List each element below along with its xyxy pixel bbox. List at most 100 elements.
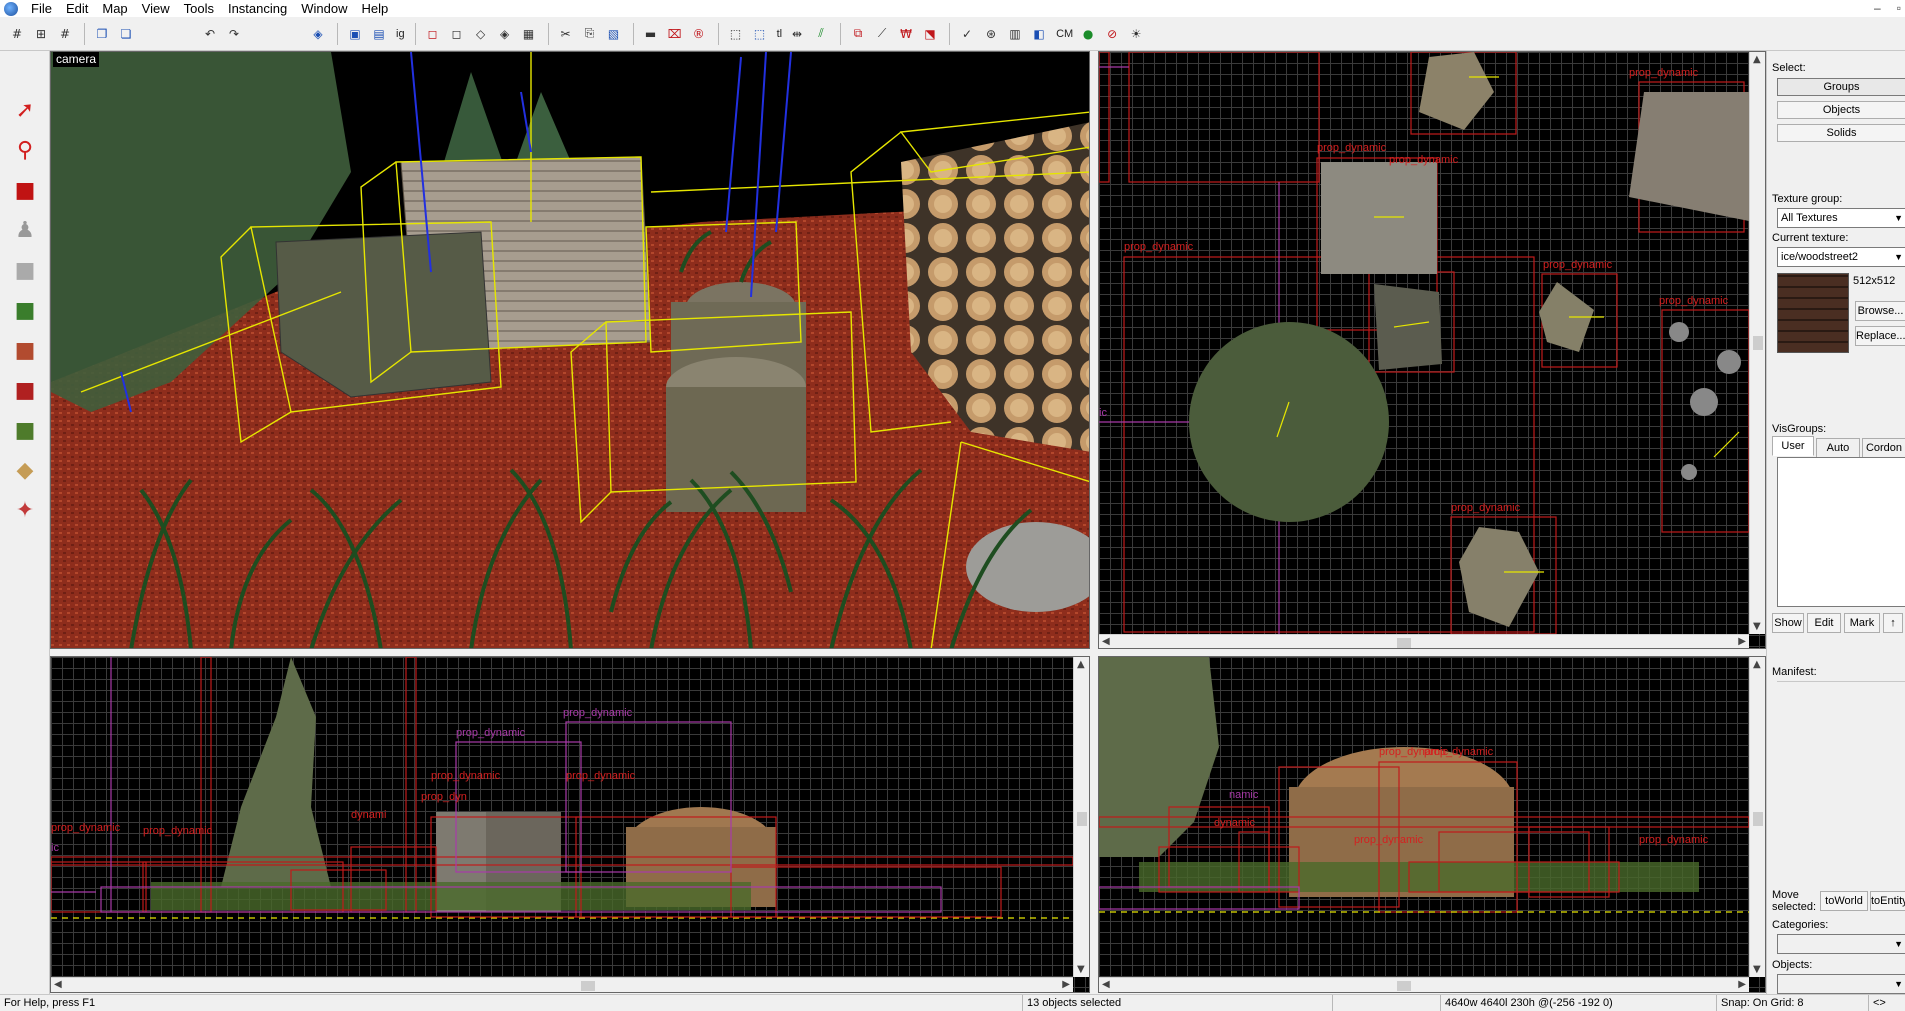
clip-icon[interactable]: ⟋ bbox=[871, 23, 893, 45]
flip-icon[interactable]: ⇹ bbox=[786, 23, 808, 45]
visgroup-up-button[interactable]: ↑ bbox=[1883, 613, 1903, 633]
texture-group-select[interactable]: All Textures ▼ bbox=[1777, 208, 1905, 228]
group-icon[interactable]: ▣ bbox=[344, 23, 366, 45]
grid-dots-icon[interactable]: # bbox=[54, 23, 76, 45]
browse-texture-button[interactable]: Browse... bbox=[1855, 301, 1905, 321]
apply-texture-tool-icon[interactable]: ■ bbox=[6, 333, 44, 367]
front-viewport-vscrollbar[interactable]: ▲ ▼ bbox=[1073, 657, 1089, 977]
cut-icon[interactable]: ✂ bbox=[555, 23, 577, 45]
categories-select[interactable]: ▼ bbox=[1777, 934, 1905, 954]
menu-file[interactable]: File bbox=[24, 0, 59, 17]
texture-tool-button[interactable]: tl bbox=[773, 28, 787, 40]
no-draw-icon[interactable]: ⊘ bbox=[1101, 23, 1123, 45]
check-map-icon[interactable]: ✓ bbox=[956, 23, 978, 45]
scroll-thumb[interactable] bbox=[1397, 638, 1411, 648]
block-tool-icon[interactable]: ■ bbox=[6, 253, 44, 287]
texture-lock-icon[interactable]: ▬ bbox=[640, 23, 662, 45]
restore-button[interactable]: ▫ bbox=[1897, 0, 1901, 17]
cubemap-button[interactable]: CM bbox=[1052, 28, 1077, 40]
front-viewport-hscrollbar[interactable]: ◀ ▶ bbox=[51, 977, 1073, 992]
lightbulb-icon[interactable]: ☀ bbox=[1125, 23, 1147, 45]
morph-icon[interactable]: ⬔ bbox=[919, 23, 941, 45]
selection-tool-icon[interactable]: ⬚ bbox=[725, 23, 747, 45]
scroll-right-icon[interactable]: ▶ bbox=[1738, 636, 1746, 647]
menu-tools[interactable]: Tools bbox=[177, 0, 221, 17]
ungroup-icon[interactable]: ▤ bbox=[368, 23, 390, 45]
decal-tool-icon[interactable]: ■ bbox=[6, 373, 44, 407]
replace-texture-button[interactable]: Replace... bbox=[1855, 326, 1905, 346]
front-2d-viewport[interactable]: prop_dynamic prop_dynamic prop_dynamic p… bbox=[50, 656, 1090, 993]
paste-layout-icon[interactable]: ❏ bbox=[115, 23, 137, 45]
vertex-edit-icon[interactable]: ₩ bbox=[895, 23, 917, 45]
top-2d-viewport[interactable]: prop_dynamic prop_dynamic prop_dynamic p… bbox=[1098, 51, 1766, 649]
redo-icon[interactable]: ↷ bbox=[223, 23, 245, 45]
menu-help[interactable]: Help bbox=[354, 0, 395, 17]
texture-browser-icon[interactable]: ▥ bbox=[1004, 23, 1026, 45]
vertex-tool-icon[interactable]: ✦ bbox=[6, 493, 44, 527]
current-texture-select[interactable]: ice/woodstreet2 ▼ bbox=[1777, 247, 1905, 267]
undo-icon[interactable]: ↶ bbox=[199, 23, 221, 45]
scroll-down-icon[interactable]: ▼ bbox=[1753, 964, 1761, 975]
hide-unselected-icon[interactable]: ◻ bbox=[446, 23, 468, 45]
visgroup-tab-cordon[interactable]: Cordon bbox=[1862, 438, 1905, 458]
entity-tool-icon[interactable]: ♟ bbox=[6, 213, 44, 247]
magnify-tool-icon[interactable]: ⚲ bbox=[6, 133, 44, 167]
to-entity-button[interactable]: toEntity bbox=[1870, 891, 1905, 911]
scroll-left-icon[interactable]: ◀ bbox=[54, 979, 62, 990]
ignore-groups-button[interactable]: ig bbox=[392, 28, 409, 40]
scroll-left-icon[interactable]: ◀ bbox=[1102, 979, 1110, 990]
side-viewport-hscrollbar[interactable]: ◀ ▶ bbox=[1099, 977, 1749, 992]
texture-application-tool-icon[interactable]: ■ bbox=[6, 293, 44, 327]
top-viewport-hscrollbar[interactable]: ◀ ▶ bbox=[1099, 634, 1749, 648]
visgroup-mark-button[interactable]: Mark bbox=[1844, 613, 1880, 633]
radius-cull-icon[interactable]: ® bbox=[688, 23, 710, 45]
visgroup-show-button[interactable]: Show bbox=[1772, 613, 1804, 633]
paste-icon[interactable]: ▧ bbox=[603, 23, 625, 45]
side-viewport-vscrollbar[interactable]: ▲ ▼ bbox=[1749, 657, 1765, 977]
align-icon[interactable]: ⫽ bbox=[810, 23, 832, 45]
select-solids-button[interactable]: Solids bbox=[1777, 124, 1905, 142]
scroll-up-icon[interactable]: ▲ bbox=[1753, 54, 1761, 65]
quick-hide-icon[interactable]: ⧉ bbox=[847, 23, 869, 45]
overlay-icon[interactable]: ◧ bbox=[1028, 23, 1050, 45]
camera-tool-icon[interactable]: ■ bbox=[6, 173, 44, 207]
show-all-icon[interactable]: ◇ bbox=[470, 23, 492, 45]
scroll-thumb[interactable] bbox=[1753, 812, 1763, 826]
copy-layout-icon[interactable]: ❐ bbox=[91, 23, 113, 45]
scroll-up-icon[interactable]: ▲ bbox=[1753, 659, 1761, 670]
scroll-down-icon[interactable]: ▼ bbox=[1753, 621, 1761, 632]
menu-window[interactable]: Window bbox=[294, 0, 354, 17]
selection-arrow-tool-icon[interactable]: ➚ bbox=[6, 93, 44, 127]
side-2d-viewport[interactable]: prop_dynamic prop_dynamic prop_dynamic p… bbox=[1098, 656, 1766, 993]
scroll-left-icon[interactable]: ◀ bbox=[1102, 636, 1110, 647]
minimize-button[interactable]: – bbox=[1874, 0, 1881, 17]
visgroup-edit-button[interactable]: Edit bbox=[1807, 613, 1841, 633]
scale-lock-icon[interactable]: ⌧ bbox=[664, 23, 686, 45]
scroll-up-icon[interactable]: ▲ bbox=[1077, 659, 1085, 670]
scroll-down-icon[interactable]: ▼ bbox=[1077, 964, 1085, 975]
carve-icon[interactable]: ◈ bbox=[307, 23, 329, 45]
menu-instancing[interactable]: Instancing bbox=[221, 0, 294, 17]
menu-map[interactable]: Map bbox=[95, 0, 134, 17]
scroll-thumb[interactable] bbox=[1753, 336, 1763, 350]
scroll-right-icon[interactable]: ▶ bbox=[1738, 979, 1746, 990]
scroll-thumb[interactable] bbox=[1397, 981, 1411, 991]
copy-icon[interactable]: ⎘ bbox=[579, 23, 601, 45]
entity-report-icon[interactable]: ⊛ bbox=[980, 23, 1002, 45]
grid-toggle-icon[interactable]: # bbox=[6, 23, 28, 45]
visgroup-tab-user[interactable]: User bbox=[1772, 436, 1814, 456]
visgroup-tab-auto[interactable]: Auto bbox=[1816, 438, 1860, 458]
hide-selected-icon[interactable]: ◻ bbox=[422, 23, 444, 45]
select-by-box-icon[interactable]: ⬚ bbox=[749, 23, 771, 45]
clipping-tool-icon[interactable]: ◆ bbox=[6, 453, 44, 487]
to-world-button[interactable]: toWorld bbox=[1820, 891, 1868, 911]
menu-edit[interactable]: Edit bbox=[59, 0, 95, 17]
texture-preview[interactable] bbox=[1777, 273, 1849, 353]
select-groups-button[interactable]: Groups bbox=[1777, 78, 1905, 96]
top-viewport-vscrollbar[interactable]: ▲ ▼ bbox=[1749, 52, 1765, 634]
visgroup-icon[interactable]: ◈ bbox=[494, 23, 516, 45]
scroll-right-icon[interactable]: ▶ bbox=[1062, 979, 1070, 990]
camera-viewport[interactable]: camera bbox=[50, 51, 1090, 649]
scroll-thumb[interactable] bbox=[1077, 812, 1087, 826]
visgroup-list[interactable] bbox=[1777, 457, 1905, 607]
